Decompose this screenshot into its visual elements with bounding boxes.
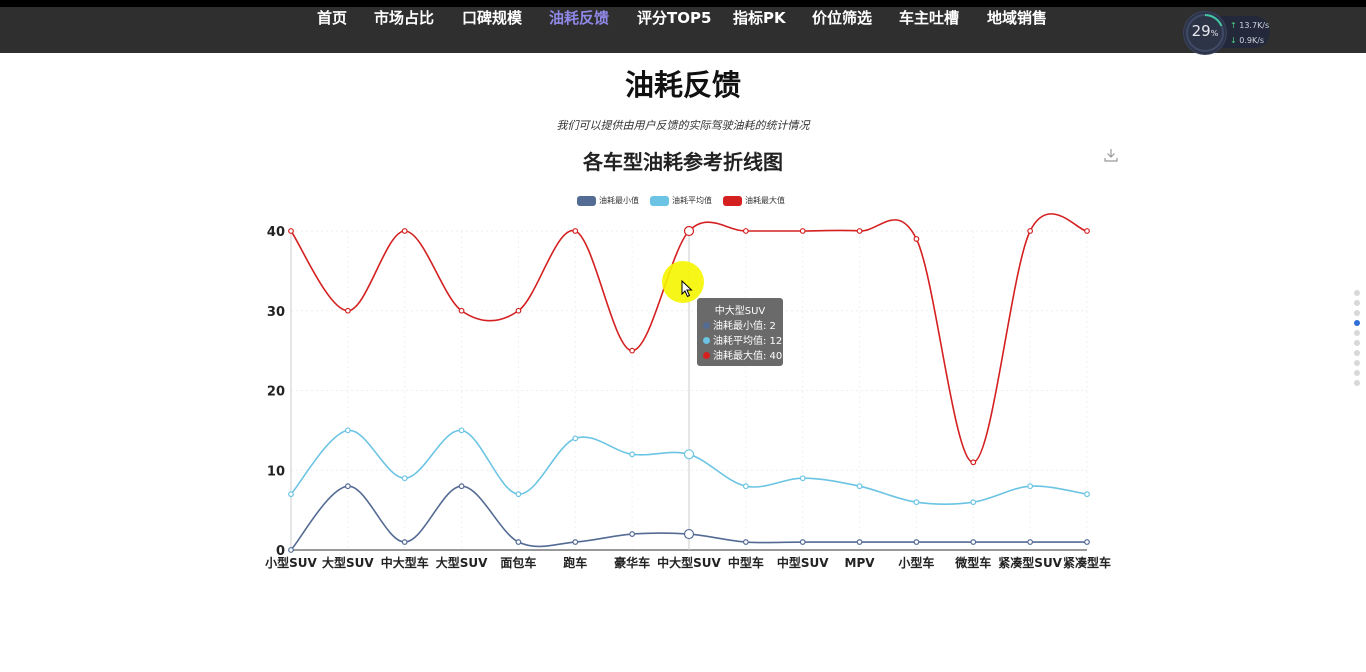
section-dot[interactable] (1354, 350, 1360, 356)
data-point (742, 228, 749, 234)
data-point (458, 427, 465, 434)
tooltip-series-dot (703, 352, 710, 359)
data-point (970, 539, 977, 545)
data-point (288, 491, 294, 498)
data-point (288, 228, 294, 234)
data-point (515, 491, 522, 498)
data-point (458, 483, 465, 490)
data-point (913, 539, 920, 545)
chart-tooltip: 中大型SUV 油耗最小值: 2 油耗平均值: 12 油耗最大值: 40 (697, 298, 783, 366)
data-point (913, 236, 920, 242)
x-tick-label: 中大型SUV (657, 555, 721, 570)
x-tick-label: MPV (845, 556, 876, 570)
tooltip-series-dot (703, 337, 710, 344)
x-tick-label: 跑车 (563, 555, 587, 570)
data-point (799, 475, 806, 482)
tooltip-row-text: 油耗最大值: 40 (713, 351, 783, 362)
section-dot[interactable] (1354, 340, 1360, 346)
data-point (1027, 483, 1034, 490)
data-point (856, 483, 863, 490)
section-dot[interactable] (1354, 330, 1360, 336)
section-dot[interactable] (1354, 370, 1360, 376)
x-tick-label: 中型SUV (777, 555, 829, 570)
section-dot[interactable] (1354, 380, 1360, 386)
data-point (1084, 491, 1090, 498)
data-point (1027, 539, 1034, 545)
tooltip-row: 油耗最小值: 2 (703, 319, 777, 334)
section-dot[interactable] (1354, 320, 1360, 326)
data-point (458, 307, 465, 314)
data-point (629, 531, 636, 537)
y-tick-label: 20 (267, 385, 285, 400)
data-point (1084, 539, 1090, 545)
y-tick-label: 30 (267, 305, 285, 320)
data-point (970, 459, 977, 466)
data-point (629, 347, 636, 354)
data-point (344, 427, 351, 434)
data-point (683, 528, 695, 540)
section-dot[interactable] (1354, 300, 1360, 306)
tooltip-row: 油耗平均值: 12 (703, 334, 782, 349)
tooltip-row-text: 油耗最小值: 2 (713, 321, 776, 332)
data-point (913, 499, 920, 506)
x-tick-label: 中型车 (728, 555, 764, 570)
data-point (401, 539, 408, 545)
data-point (1027, 228, 1034, 234)
x-tick-label: 大型SUV (436, 555, 488, 570)
data-point (799, 539, 806, 545)
x-tick-label: 中大型车 (381, 555, 429, 570)
data-point (344, 307, 351, 314)
x-tick-label: 大型SUV (322, 555, 374, 570)
data-point (856, 539, 863, 545)
data-point (970, 499, 977, 506)
tooltip-series-dot (703, 322, 710, 329)
data-point (288, 547, 294, 553)
data-point (683, 225, 695, 237)
line-chart: 010203040小型SUV 大型SUV 中大型车 大型SUV 面包车 跑车 豪华车 中大型S… (265, 213, 1111, 570)
section-dot[interactable] (1354, 310, 1360, 316)
x-tick-label: 紧凑型SUV (998, 555, 1062, 570)
data-point (1084, 228, 1090, 234)
section-dot[interactable] (1354, 290, 1360, 296)
x-tick-label: 豪华车 (614, 555, 650, 570)
data-point (515, 539, 522, 545)
data-point (629, 451, 636, 458)
data-point (515, 307, 522, 314)
x-tick-label: 紧凑型车 (1063, 555, 1111, 570)
tooltip-title: 中大型SUV (714, 306, 766, 317)
x-tick-label: 小型车 (898, 555, 934, 570)
y-tick-label: 10 (267, 464, 285, 479)
data-point (572, 228, 579, 234)
data-point (572, 435, 579, 442)
data-point (344, 483, 351, 490)
data-point (401, 475, 408, 482)
data-point (856, 228, 863, 234)
data-point (742, 539, 749, 545)
data-point (572, 539, 579, 545)
tooltip-rows: 油耗最小值: 2 油耗平均值: 12 油耗最大值: 40 (703, 319, 782, 364)
cursor-arrow-icon (681, 280, 693, 298)
x-tick-label: 面包车 (500, 555, 536, 570)
data-point (401, 228, 408, 234)
data-point (742, 483, 749, 490)
section-dot[interactable] (1354, 360, 1360, 366)
x-tick-label: 微型车 (954, 555, 991, 570)
x-tick-label: 小型SUV (265, 555, 317, 570)
tooltip-row: 油耗最大值: 40 (703, 349, 782, 364)
y-tick-label: 40 (267, 225, 285, 240)
data-point (683, 449, 695, 460)
tooltip-row-text: 油耗平均值: 12 (713, 336, 783, 347)
data-point (799, 228, 806, 234)
